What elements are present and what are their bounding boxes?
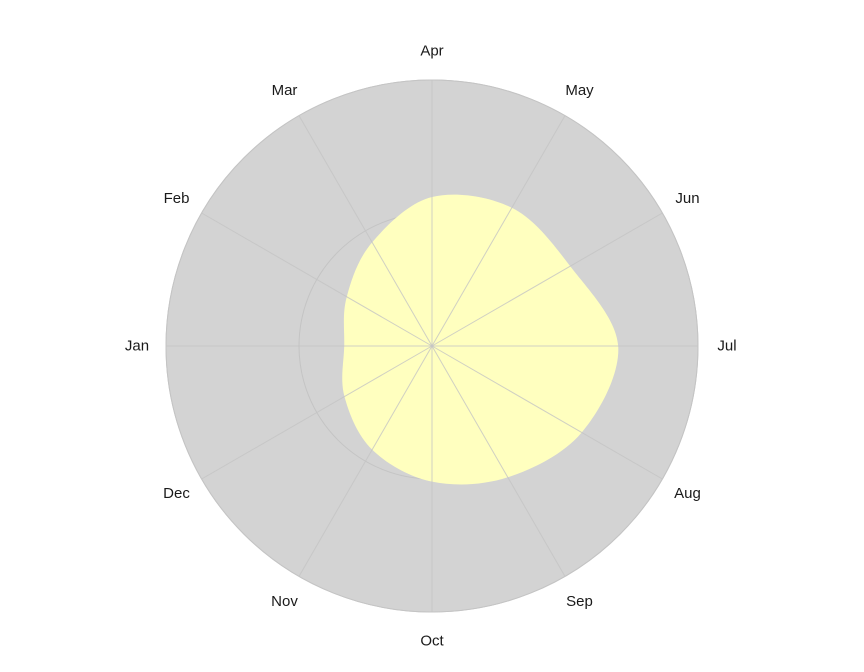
month-label-dec: Dec: [163, 485, 190, 502]
month-label-apr: Apr: [420, 43, 443, 60]
month-label-sep: Sep: [566, 593, 593, 610]
month-label-jan: Jan: [125, 338, 149, 355]
month-label-feb: Feb: [164, 190, 190, 207]
month-label-jul: Jul: [717, 338, 736, 355]
month-label-oct: Oct: [420, 633, 444, 650]
month-label-nov: Nov: [271, 593, 298, 610]
month-label-mar: Mar: [272, 82, 298, 99]
radar-chart-svg: Jan Feb Mar Apr May Jun Jul Aug Sep Oct Nov Dec: [125, 43, 737, 650]
month-label-aug: Aug: [674, 485, 701, 502]
month-label-may: May: [565, 82, 594, 99]
month-label-jun: Jun: [675, 190, 699, 207]
radar-chart: Jan Feb Mar Apr May Jun Jul Aug Sep Oct Nov Dec: [0, 0, 864, 672]
